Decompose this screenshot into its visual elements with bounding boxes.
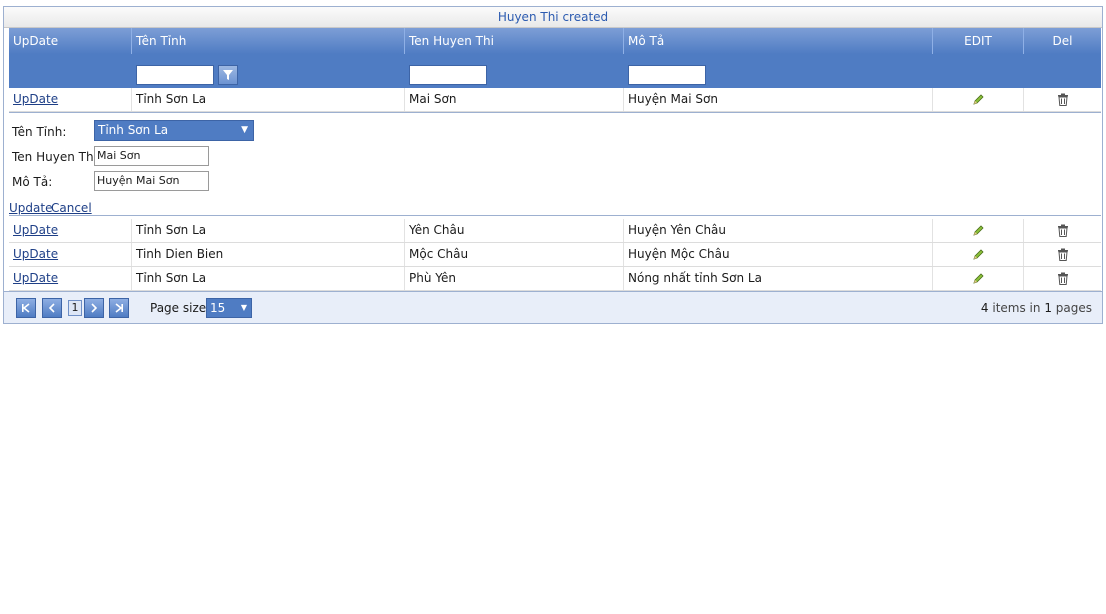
ten-tinh-filter-input[interactable]: [136, 65, 214, 85]
mo-ta-label: Mô Tả:: [12, 175, 53, 189]
update-link[interactable]: UpDate: [13, 271, 58, 285]
ten-huyen-thi-input[interactable]: Mai Sơn: [94, 146, 209, 166]
column-header-edit: EDIT: [933, 28, 1024, 54]
update-button[interactable]: Update: [9, 201, 52, 215]
cell-ten-huyen-thi: Mai Sơn: [405, 88, 624, 111]
column-header-del: Del: [1052, 34, 1073, 48]
column-header-ten-huyen-thi[interactable]: Ten Huyen Thi: [405, 28, 624, 54]
chevron-down-icon: ▼: [240, 303, 247, 312]
cell-ten-huyen-thi: Mộc Châu: [405, 243, 624, 266]
pager-summary: 4 items in 1 pages: [981, 301, 1092, 315]
pager-summary-tail: pages: [1051, 301, 1092, 315]
cell-mo-ta: Huyện Mộc Châu: [624, 243, 933, 266]
cell-ten-tinh: Tỉnh Sơn La: [132, 219, 405, 242]
grid-caption: Huyen Thi created: [4, 7, 1102, 28]
cell-mo-ta: Nóng nhất tỉnh Sơn La: [624, 267, 933, 290]
update-link[interactable]: UpDate: [13, 247, 58, 261]
pager-summary-mid: items in: [988, 301, 1045, 315]
mo-ta-input[interactable]: Huyện Mai Sơn: [94, 171, 209, 191]
pager-page-count: 1: [1044, 301, 1052, 315]
cell-ten-huyen-thi: Phù Yên: [405, 267, 624, 290]
ten-tinh-select[interactable]: Tỉnh Sơn La ▼: [94, 120, 254, 141]
update-link[interactable]: UpDate: [13, 223, 58, 237]
pager: 1 Page size: 15 ▼ 4 items in 1 pages: [4, 291, 1102, 323]
table-row: UpDate Tỉnh Sơn La Phù Yên Nóng nhất tỉn…: [9, 267, 1101, 291]
ten-huyen-thi-label: Ten Huyen Thi:: [12, 150, 101, 164]
column-header-mo-ta[interactable]: Mô Tả: [624, 28, 933, 54]
trash-icon[interactable]: [1057, 88, 1069, 111]
column-header-ten-tinh[interactable]: Tên Tỉnh: [132, 28, 405, 54]
ten-tinh-select-value: Tỉnh Sơn La: [98, 123, 169, 137]
cell-mo-ta: Huyện Mai Sơn: [624, 88, 933, 111]
pencil-icon[interactable]: [972, 88, 984, 111]
grid-header: UpDate Tên Tỉnh Ten Huyen Thi Mô Tả EDIT…: [9, 28, 1101, 54]
last-page-icon[interactable]: [109, 298, 129, 318]
cell-ten-huyen-thi: Yên Châu: [405, 219, 624, 242]
cell-ten-tinh: Tinh Dien Bien: [132, 243, 405, 266]
chevron-down-icon: ▼: [241, 125, 248, 135]
pencil-icon[interactable]: [972, 267, 984, 290]
filter-icon[interactable]: [218, 65, 238, 85]
ten-huyen-filter-input[interactable]: [409, 65, 487, 85]
column-header-update[interactable]: UpDate: [9, 28, 132, 54]
table-row: UpDate Tỉnh Sơn La Mai Sơn Huyện Mai Sơn: [9, 88, 1101, 112]
table-row: UpDate Tinh Dien Bien Mộc Châu Huyện Mộc…: [9, 243, 1101, 267]
trash-icon[interactable]: [1057, 243, 1069, 266]
first-page-icon[interactable]: [16, 298, 36, 318]
previous-page-icon[interactable]: [42, 298, 62, 318]
cell-ten-tinh: Tỉnh Sơn La: [132, 267, 405, 290]
trash-icon[interactable]: [1057, 267, 1069, 290]
update-link[interactable]: UpDate: [13, 92, 58, 106]
cell-mo-ta: Huyện Yên Châu: [624, 219, 933, 242]
cell-ten-tinh: Tỉnh Sơn La: [132, 88, 405, 111]
page-size-label: Page size:: [150, 301, 211, 315]
pager-item-count: 4: [980, 301, 989, 315]
pencil-icon[interactable]: [972, 219, 984, 242]
pencil-icon[interactable]: [972, 243, 984, 266]
page-size-value: 15: [210, 301, 226, 315]
inline-edit-form: Tên Tỉnh: Tỉnh Sơn La ▼ Ten Huyen Thi: M…: [9, 112, 1101, 216]
trash-icon[interactable]: [1057, 219, 1069, 242]
next-page-icon[interactable]: [84, 298, 104, 318]
page-size-select[interactable]: 15 ▼: [206, 298, 252, 318]
ten-tinh-label: Tên Tỉnh:: [12, 125, 67, 139]
huyen-thi-grid: Huyen Thi created UpDate Tên Tỉnh Ten Hu…: [3, 6, 1103, 324]
table-row: UpDate Tỉnh Sơn La Yên Châu Huyện Yên Ch…: [9, 219, 1101, 243]
cancel-button[interactable]: Cancel: [51, 201, 92, 215]
filter-row: [9, 54, 1101, 88]
mo-ta-filter-input[interactable]: [628, 65, 706, 85]
page-number-current[interactable]: 1: [68, 300, 82, 316]
